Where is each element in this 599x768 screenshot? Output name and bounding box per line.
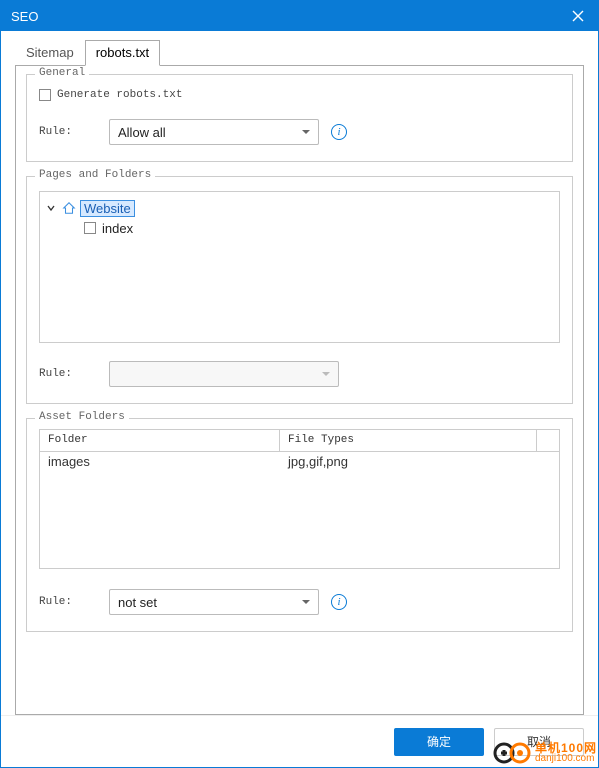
info-icon[interactable] [331,124,347,140]
tab-bar: Sitemap robots.txt [1,39,598,65]
general-rule-select[interactable]: Allow all [109,119,319,145]
col-folder[interactable]: Folder [40,430,280,451]
dialog-footer: 确定 取消 [1,715,598,767]
pages-rule-row: Rule: [39,361,560,387]
chevron-down-icon [322,372,330,376]
table-head: Folder File Types [40,430,559,452]
ok-button[interactable]: 确定 [394,728,484,756]
window-title: SEO [11,9,38,24]
tree-root-label: Website [80,200,135,217]
assets-rule-label: Rule: [39,596,109,608]
general-section: General Generate robots.txt Rule: Allow … [26,74,573,162]
tree-item-index[interactable]: index [46,218,553,238]
assets-legend: Asset Folders [35,411,129,423]
checkbox-box-icon[interactable] [84,222,96,234]
pages-rule-label: Rule: [39,368,109,380]
cell-file-types: jpg,gif,png [280,452,559,474]
close-icon [572,10,584,22]
table-row[interactable]: images jpg,gif,png [40,452,559,474]
seo-dialog: SEO Sitemap robots.txt General Generate … [0,0,599,768]
generate-label: Generate robots.txt [57,89,182,101]
assets-rule-row: Rule: not set [39,589,560,615]
assets-section: Asset Folders Folder File Types images j… [26,418,573,632]
assets-rule-value: not set [118,595,157,610]
info-icon[interactable] [331,594,347,610]
cell-folder: images [40,452,280,474]
close-button[interactable] [558,1,598,31]
expand-icon[interactable] [46,203,56,213]
pages-tree[interactable]: Website index [39,191,560,343]
col-file-types[interactable]: File Types [280,430,537,451]
general-rule-value: Allow all [118,125,166,140]
tab-robots[interactable]: robots.txt [85,40,160,66]
chevron-down-icon [302,130,310,134]
col-spacer [537,430,559,451]
general-legend: General [35,67,89,79]
chevron-down-icon [302,600,310,604]
tab-content: General Generate robots.txt Rule: Allow … [15,65,584,715]
pages-legend: Pages and Folders [35,169,155,181]
generate-robots-checkbox[interactable]: Generate robots.txt [39,89,560,101]
tab-sitemap[interactable]: Sitemap [15,40,85,66]
checkbox-box-icon [39,89,51,101]
pages-section: Pages and Folders Website index Ru [26,176,573,404]
home-icon [62,201,76,215]
cancel-button[interactable]: 取消 [494,728,584,756]
pages-rule-select[interactable] [109,361,339,387]
titlebar: SEO [1,1,598,31]
assets-rule-select[interactable]: not set [109,589,319,615]
general-rule-row: Rule: Allow all [39,119,560,145]
general-rule-label: Rule: [39,126,109,138]
tree-root-website[interactable]: Website [46,198,553,218]
tree-child-label: index [102,221,133,236]
assets-table: Folder File Types images jpg,gif,png [39,429,560,569]
